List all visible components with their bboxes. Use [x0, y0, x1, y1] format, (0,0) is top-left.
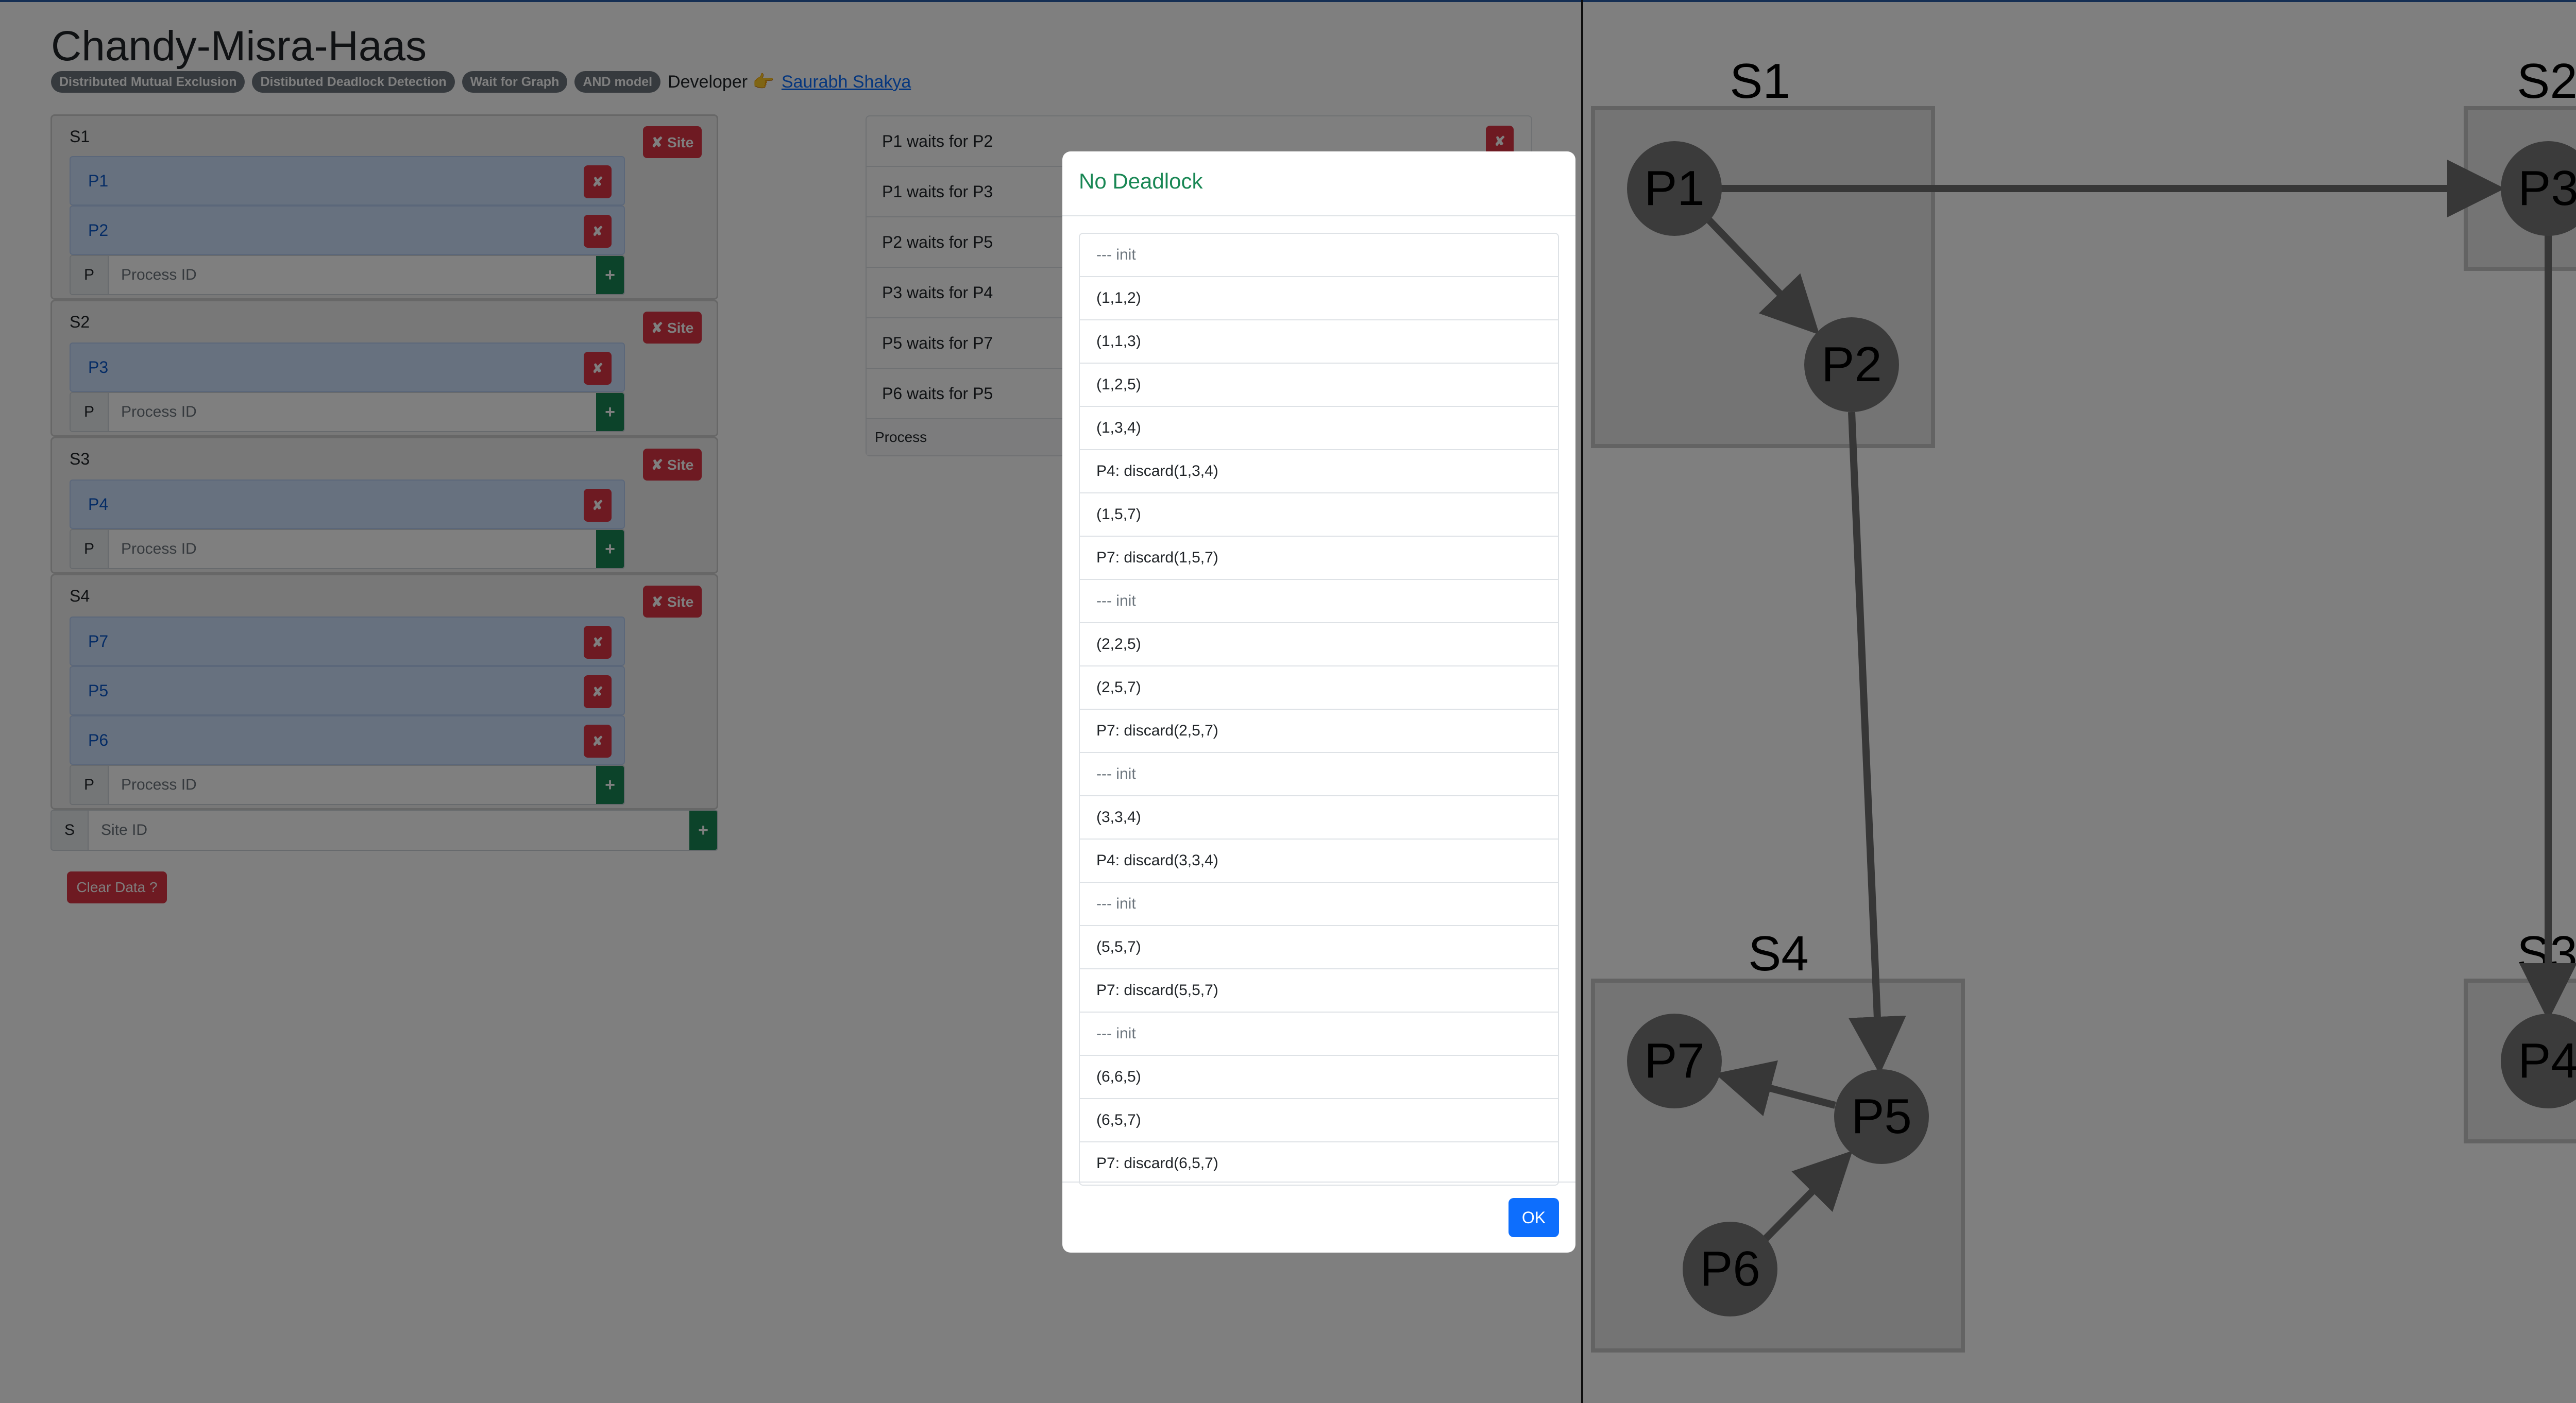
log-item: (6,6,5)	[1080, 1056, 1558, 1099]
log-item: (6,5,7)	[1080, 1099, 1558, 1142]
log-item: (2,5,7)	[1080, 666, 1558, 710]
log-item: (1,2,5)	[1080, 364, 1558, 407]
log-item: (1,1,3)	[1080, 320, 1558, 364]
log-item: P7: discard(1,5,7)	[1080, 537, 1558, 580]
log-item: --- init	[1080, 580, 1558, 623]
modal-header-divider	[1062, 215, 1575, 216]
log-item: --- init	[1080, 1013, 1558, 1056]
probe-log-list: --- init (1,1,2) (1,1,3) (1,2,5) (1,3,4)…	[1079, 233, 1559, 1186]
ok-button[interactable]: OK	[1509, 1198, 1559, 1237]
modal-title: No Deadlock	[1079, 169, 1203, 193]
log-item: P4: discard(1,3,4)	[1080, 450, 1558, 493]
log-item: (1,3,4)	[1080, 407, 1558, 450]
modal-footer-divider	[1062, 1182, 1575, 1183]
log-item: P7: discard(2,5,7)	[1080, 710, 1558, 753]
log-item: (1,5,7)	[1080, 493, 1558, 537]
log-item: --- init	[1080, 753, 1558, 796]
log-item: (5,5,7)	[1080, 926, 1558, 969]
log-item: P4: discard(3,3,4)	[1080, 840, 1558, 883]
log-item: --- init	[1080, 883, 1558, 926]
log-item: (1,1,2)	[1080, 277, 1558, 320]
log-item: (2,2,5)	[1080, 623, 1558, 666]
result-modal: No Deadlock --- init (1,1,2) (1,1,3) (1,…	[1062, 151, 1575, 1253]
log-item: (3,3,4)	[1080, 796, 1558, 840]
log-item: P7: discard(5,5,7)	[1080, 969, 1558, 1013]
log-item: P7: discard(6,5,7)	[1096, 1155, 1218, 1172]
log-item: --- init	[1080, 234, 1558, 277]
